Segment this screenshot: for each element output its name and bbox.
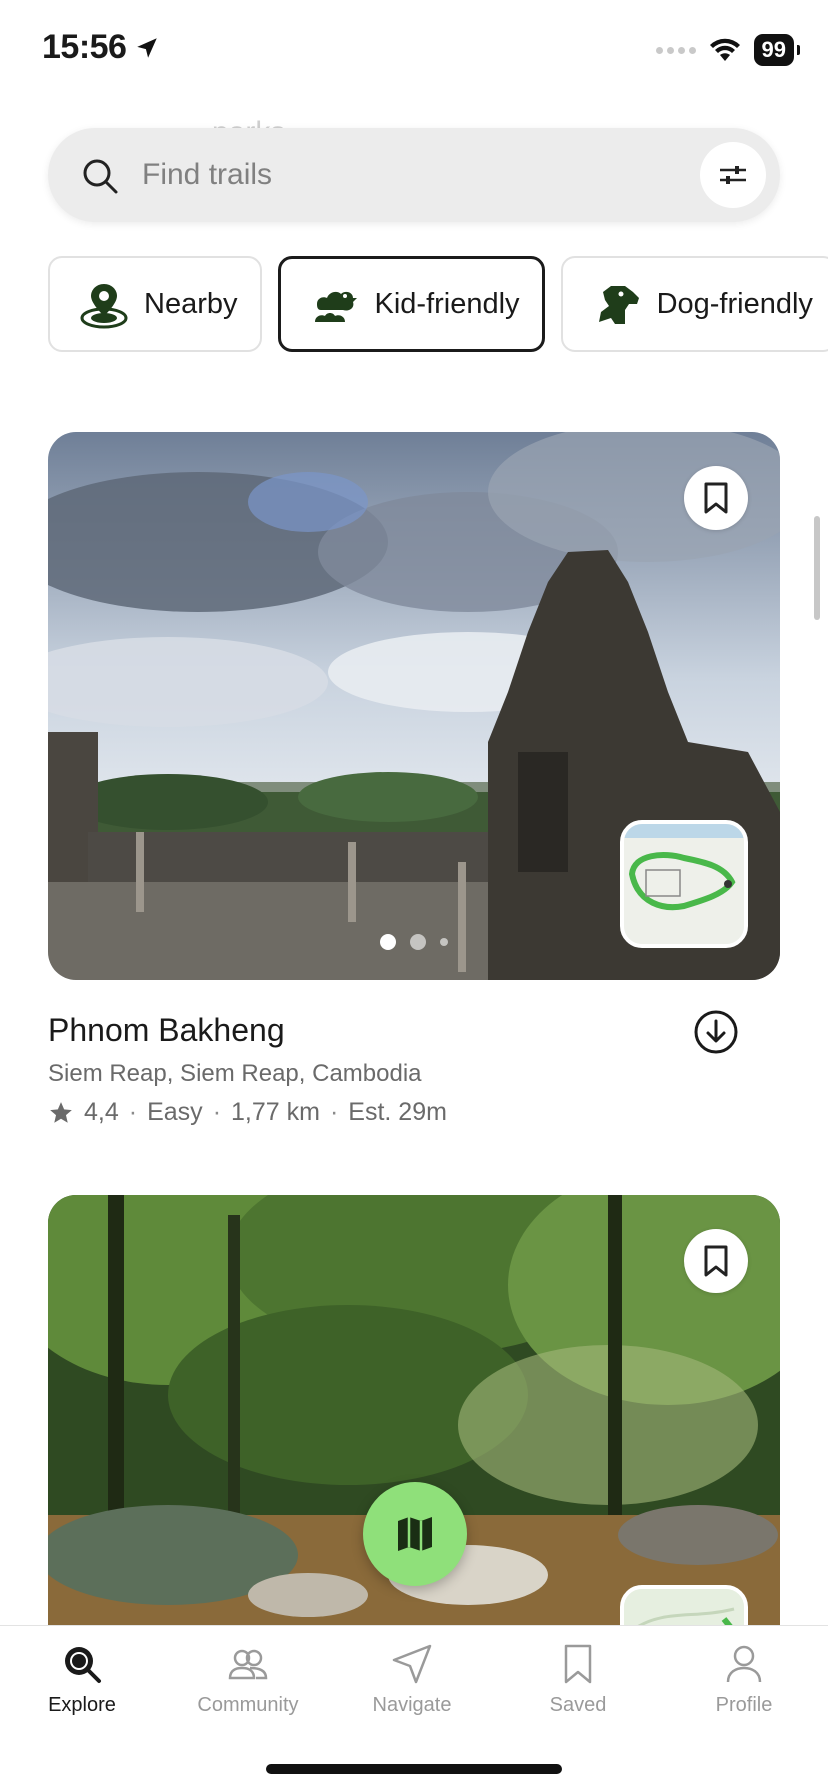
- trail-name[interactable]: Phnom Bakheng: [48, 1012, 285, 1049]
- status-indicators: 99: [655, 34, 801, 66]
- search-bar[interactable]: [48, 128, 780, 222]
- wifi-icon: [709, 38, 740, 61]
- trail-map-thumbnail[interactable]: [620, 1585, 748, 1625]
- save-trail-button[interactable]: [684, 466, 748, 530]
- status-time: 15:56: [42, 28, 160, 67]
- filter-button[interactable]: [700, 142, 766, 208]
- chip-nearby[interactable]: Nearby: [48, 256, 262, 352]
- location-arrow-icon: [137, 37, 158, 58]
- community-icon: [228, 1649, 268, 1680]
- trail-difficulty: Easy: [147, 1098, 203, 1126]
- tab-explore-label: Explore: [48, 1694, 116, 1716]
- battery-indicator: 99: [753, 34, 801, 66]
- map-icon: [398, 1517, 432, 1551]
- status-bar: 15:56 99: [0, 0, 828, 100]
- trail-photo-phnom-bakheng[interactable]: [48, 432, 780, 980]
- chip-kid-friendly-label: Kid-friendly: [374, 287, 520, 320]
- tab-navigate[interactable]: Navigate: [332, 1642, 492, 1717]
- trail-rating: 4,4: [84, 1098, 119, 1126]
- bookmark-icon: [704, 482, 728, 514]
- explore-icon: [65, 1647, 101, 1683]
- carousel-dot: [440, 938, 448, 946]
- cellular-signal-icon: [655, 46, 696, 54]
- status-time-text: 15:56: [42, 28, 127, 66]
- sliders-icon: [720, 166, 746, 184]
- save-trail-button[interactable]: [684, 1229, 748, 1293]
- carousel-dot: [380, 934, 396, 950]
- tab-navigate-label: Navigate: [372, 1694, 452, 1716]
- tab-saved[interactable]: Saved: [498, 1642, 658, 1717]
- tab-community[interactable]: Community: [168, 1642, 328, 1717]
- trail-distance: 1,77 km: [231, 1098, 320, 1126]
- tab-saved-label: Saved: [549, 1694, 607, 1716]
- meta-separator: ·: [128, 1098, 138, 1126]
- bookmark-icon: [564, 1644, 592, 1684]
- star-icon: [50, 1101, 72, 1123]
- bookmark-icon: [704, 1245, 728, 1277]
- battery-level: 99: [761, 37, 786, 62]
- trail-meta: 4,4 · Easy · 1,77 km · Est. 29m: [48, 1098, 447, 1127]
- trail-duration: Est. 29m: [348, 1098, 447, 1126]
- carousel-dot: [410, 934, 426, 950]
- chip-dog-friendly[interactable]: Dog-friendly: [560, 256, 828, 352]
- map-view-button[interactable]: [363, 1482, 467, 1586]
- dog-icon: [598, 286, 639, 324]
- trail-route-map: [624, 824, 744, 944]
- meta-separator: ·: [212, 1098, 222, 1126]
- home-indicator[interactable]: [266, 1764, 562, 1774]
- trail-location: Siem Reap, Siem Reap, Cambodia: [48, 1060, 422, 1087]
- navigate-icon: [392, 1644, 432, 1684]
- meta-separator: ·: [329, 1098, 339, 1126]
- tab-explore[interactable]: Explore: [2, 1642, 162, 1717]
- location-pin-icon: [80, 284, 128, 329]
- chip-nearby-label: Nearby: [144, 287, 238, 320]
- filter-chips: Nearby Kid-friendly Dog-friendly: [48, 256, 828, 352]
- profile-icon: [726, 1645, 762, 1683]
- ducks-icon: [314, 291, 357, 322]
- search-icon: [83, 159, 118, 194]
- download-icon[interactable]: [692, 1008, 740, 1056]
- tab-community-label: Community: [197, 1694, 299, 1716]
- tab-profile[interactable]: Profile: [664, 1642, 824, 1717]
- carousel-dots: [48, 934, 780, 950]
- trail-map-thumbnail[interactable]: [620, 820, 748, 948]
- search-input[interactable]: [142, 150, 642, 200]
- chip-dog-friendly-label: Dog-friendly: [656, 287, 813, 320]
- tab-profile-label: Profile: [715, 1694, 773, 1716]
- trail-route-map: [624, 1589, 744, 1625]
- chip-kid-friendly[interactable]: Kid-friendly: [277, 256, 545, 352]
- scrollbar[interactable]: [814, 516, 820, 620]
